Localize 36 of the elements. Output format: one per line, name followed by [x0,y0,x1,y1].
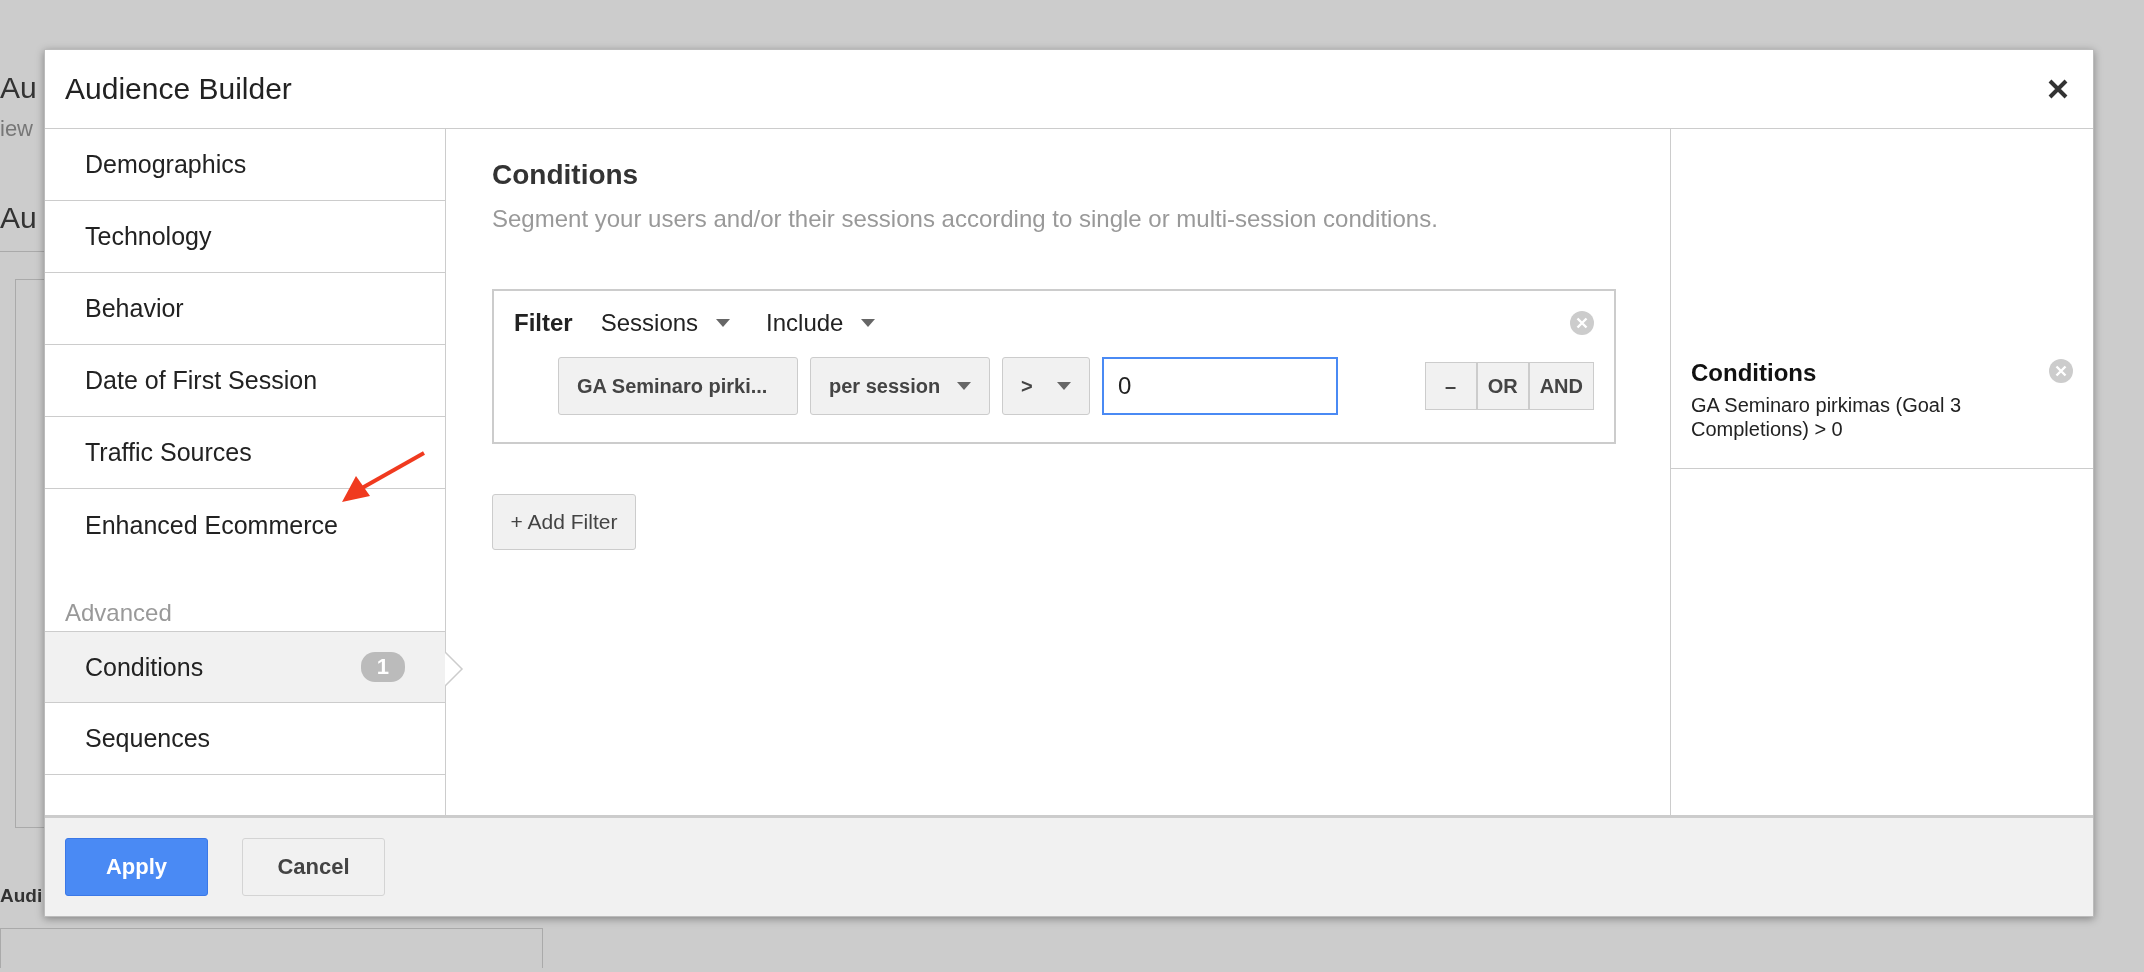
section-title: Audi [0,884,43,908]
clear-icon[interactable] [1570,311,1594,335]
metric-dropdown[interactable]: GA Seminaro pirki... [558,357,798,415]
sidebar-item[interactable]: Date of First Session [45,345,445,417]
condition-button[interactable]: – [1424,362,1477,410]
sidebar-item[interactable]: Traffic Sources [45,417,445,489]
operator-dropdown[interactable]: > [1002,357,1090,415]
page-subtitle: iew [0,116,33,142]
value-input[interactable]: 0 [1102,357,1338,415]
summary-title: Conditions [1691,359,1817,387]
count-badge: 1 [360,652,405,682]
section-title: Conditions [492,159,639,191]
summary-text: GA Seminaro pirkimas (Goal 3 Completions) > 0 [1691,393,1963,441]
sidebar-item[interactable]: Demographics [45,129,445,201]
dialog-title: Audience Builder [65,72,292,106]
caret-icon [957,382,971,390]
caret-icon [1057,382,1071,390]
page-title: Au [0,70,37,106]
filter-label: Filter [514,309,573,337]
close-icon [2047,78,2069,100]
cancel-button[interactable]: Cancel [242,838,385,896]
sidebar-item[interactable]: Behavior [45,273,445,345]
section-title: Au [0,201,37,235]
condition-button[interactable]: OR [1476,362,1529,410]
caret-icon [861,319,876,327]
add-filter-button[interactable]: + Add Filter [492,494,636,550]
condition-button[interactable]: AND [1528,362,1594,410]
aggregation-dropdown[interactable]: per session [810,357,990,415]
mode-dropdown[interactable]: Include [766,309,876,337]
caret-icon [716,319,731,327]
sidebar-item[interactable]: Sequences [45,703,445,775]
clear-icon[interactable] [2049,359,2073,383]
sidebar-item[interactable]: Technology [45,201,445,273]
section-description: Segment your users and/or their sessions according to single or multi-session conditions. [492,205,1438,233]
sidebar-heading: Advanced [64,598,173,628]
scope-dropdown[interactable]: Sessions [600,309,731,337]
